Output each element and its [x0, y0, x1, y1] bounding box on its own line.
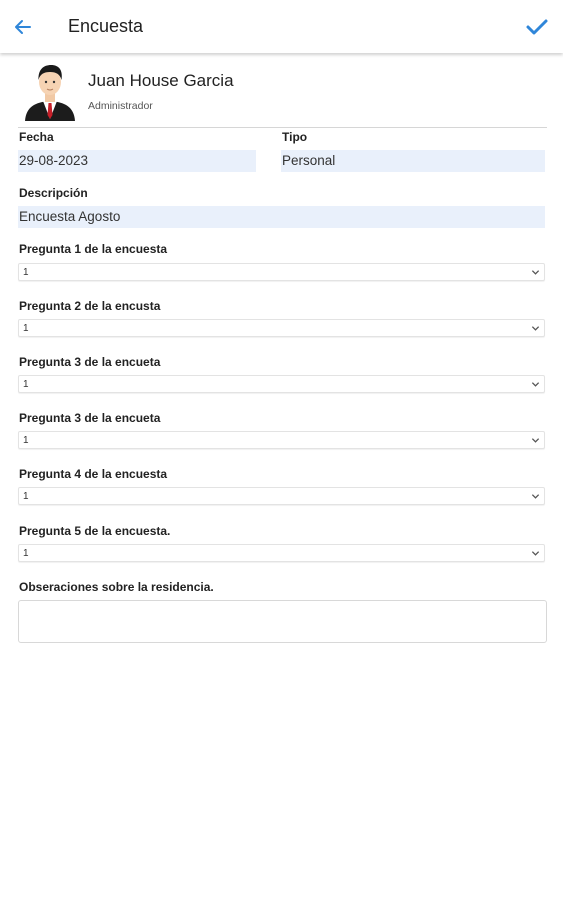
- question-1-select[interactable]: 1: [18, 263, 545, 281]
- question-2-value: 1: [23, 323, 29, 334]
- app-bar: Encuesta: [0, 0, 563, 53]
- page-title: Encuesta: [68, 16, 144, 36]
- question-3-label: Pregunta 3 de la encueta: [19, 355, 161, 369]
- chevron-down-icon: [531, 494, 540, 499]
- tipo-label: Tipo: [282, 130, 308, 144]
- observaciones-textarea[interactable]: [18, 600, 547, 643]
- fecha-field[interactable]: 29-08-2023: [18, 150, 256, 172]
- user-name: Juan House Garcia: [88, 71, 234, 90]
- question-2-label: Pregunta 2 de la encusta: [19, 299, 161, 313]
- question-2-select[interactable]: 1: [18, 319, 545, 337]
- observaciones-label: Obseraciones sobre la residencia.: [19, 580, 214, 594]
- question-5-label: Pregunta 4 de la encuesta: [19, 467, 168, 481]
- back-button[interactable]: [10, 14, 36, 40]
- fecha-label: Fecha: [19, 130, 54, 144]
- arrow-left-icon: [15, 20, 31, 34]
- question-4-label: Pregunta 3 de la encueta: [19, 411, 161, 425]
- chevron-down-icon: [531, 551, 540, 556]
- question-3-value: 1: [23, 379, 29, 390]
- question-5-value: 1: [23, 491, 29, 502]
- chevron-down-icon: [531, 270, 540, 275]
- question-3-select[interactable]: 1: [18, 375, 545, 393]
- question-6-value: 1: [23, 548, 29, 559]
- question-4-select[interactable]: 1: [18, 431, 545, 449]
- save-button[interactable]: [523, 13, 551, 41]
- user-role: Administrador: [88, 100, 153, 112]
- question-5-select[interactable]: 1: [18, 487, 545, 505]
- question-1-label: Pregunta 1 de la encuesta: [19, 242, 168, 256]
- chevron-down-icon: [531, 326, 540, 331]
- question-6-select[interactable]: 1: [18, 544, 545, 562]
- descripcion-field[interactable]: Encuesta Agosto: [18, 206, 545, 228]
- descripcion-label: Descripción: [19, 186, 88, 200]
- tipo-field[interactable]: Personal: [281, 150, 545, 172]
- chevron-down-icon: [531, 382, 540, 387]
- question-4-value: 1: [23, 435, 29, 446]
- question-6-label: Pregunta 5 de la encuesta.: [19, 524, 171, 538]
- question-1-value: 1: [23, 267, 29, 278]
- check-icon: [526, 19, 548, 35]
- chevron-down-icon: [531, 438, 540, 443]
- user-profile: Juan House Garcia Administrador: [18, 58, 547, 128]
- avatar: [23, 61, 77, 121]
